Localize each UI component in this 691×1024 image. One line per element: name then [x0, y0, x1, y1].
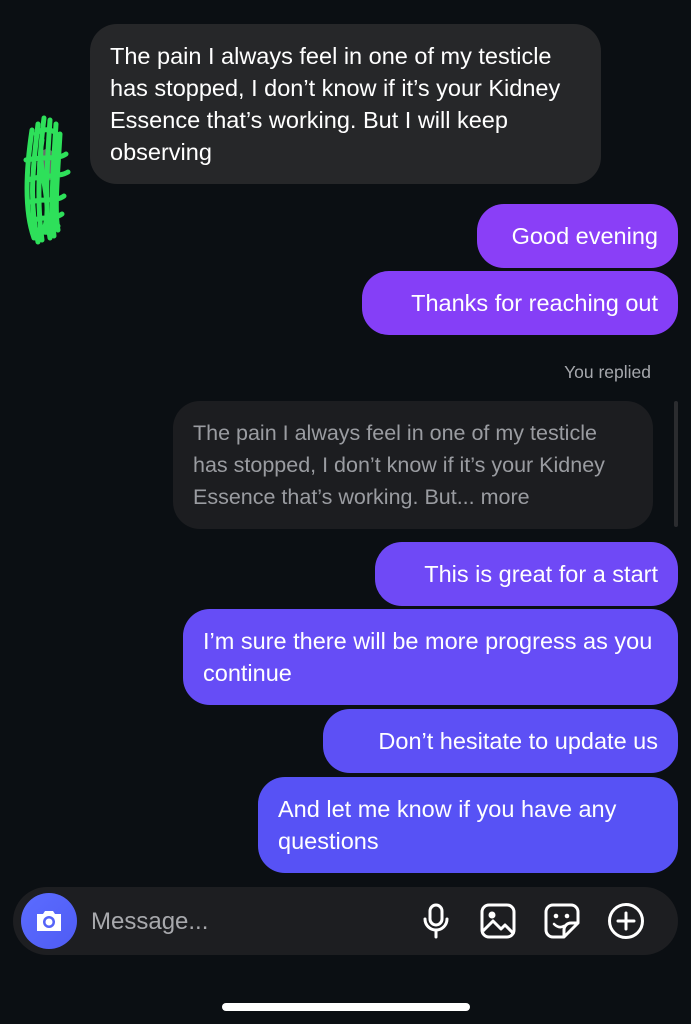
- plus-circle-icon: [608, 903, 644, 939]
- outgoing-message-bubble[interactable]: I’m sure there will be more progress as …: [183, 609, 678, 705]
- sticker-icon: [544, 903, 580, 939]
- microphone-button[interactable]: [417, 902, 455, 940]
- camera-icon: [37, 911, 61, 931]
- microphone-icon: [423, 903, 449, 939]
- you-replied-label: You replied: [564, 362, 651, 382]
- gallery-button[interactable]: [479, 902, 517, 940]
- incoming-message-bubble[interactable]: The pain I always feel in one of my test…: [90, 24, 601, 184]
- outgoing-message-bubble[interactable]: Don’t hesitate to update us: [323, 709, 678, 773]
- quote-bar: [674, 401, 678, 527]
- outgoing-message-bubble[interactable]: This is great for a start: [375, 542, 678, 606]
- outgoing-message-bubble[interactable]: Good evening: [477, 204, 678, 268]
- more-button[interactable]: [607, 902, 645, 940]
- chat-screen: The pain I always feel in one of my test…: [0, 0, 691, 1024]
- quoted-reply[interactable]: The pain I always feel in one of my test…: [173, 401, 653, 529]
- outgoing-message-bubble[interactable]: Thanks for reaching out: [362, 271, 678, 335]
- message-input[interactable]: [89, 897, 403, 947]
- camera-button[interactable]: [21, 893, 77, 949]
- outgoing-message-bubble[interactable]: And let me know if you have any question…: [258, 777, 678, 873]
- redacted-avatar-icon[interactable]: [14, 110, 78, 250]
- sticker-button[interactable]: [543, 902, 581, 940]
- message-composer: [13, 887, 678, 955]
- home-indicator[interactable]: [222, 1003, 470, 1011]
- image-icon: [480, 903, 516, 939]
